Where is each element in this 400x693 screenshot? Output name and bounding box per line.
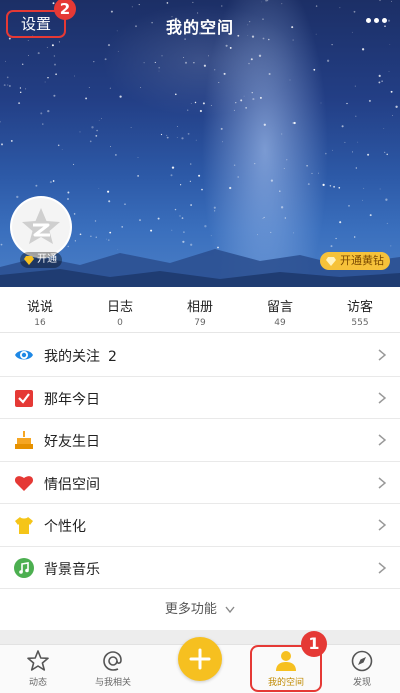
add-post-button[interactable]	[178, 637, 222, 681]
menu-item-friend-birthdays[interactable]: 好友生日	[0, 419, 400, 462]
more-functions-button[interactable]: 更多功能	[0, 592, 400, 630]
menu-item-couple-space[interactable]: 情侣空间	[0, 462, 400, 504]
menu-item-label: 那年今日	[44, 391, 100, 408]
eye-icon	[15, 350, 33, 360]
settings-label: 设置	[20, 15, 51, 33]
stat-value: 79	[194, 318, 206, 328]
tab-label: 动态	[28, 678, 47, 688]
tab-discover[interactable]: 发现	[327, 649, 397, 693]
menu-item-my-follows[interactable]: 我的关注 2	[0, 334, 400, 377]
plus-icon	[189, 648, 211, 670]
bottom-tab-bar: 动态 与我相关 我的空间 发现	[0, 637, 400, 693]
chevron-right-icon	[378, 349, 386, 361]
stat-value: 49	[274, 318, 286, 328]
open-membership-label: 开通	[37, 254, 57, 265]
menu-item-label: 个性化	[44, 519, 86, 535]
tab-label: 与我相关	[94, 678, 131, 688]
chevron-down-icon	[225, 606, 235, 613]
more-functions-label: 更多功能	[164, 602, 217, 617]
cake-icon	[15, 431, 33, 449]
stat-shuoshuo[interactable]: 说说 16	[0, 287, 80, 332]
menu-item-on-this-day[interactable]: 那年今日	[0, 377, 400, 419]
qzone-star-logo	[12, 198, 70, 256]
diamond-icon	[24, 256, 34, 265]
stat-label: 日志	[106, 300, 133, 315]
avatar[interactable]	[10, 196, 72, 258]
tshirt-icon	[15, 517, 33, 534]
step-1-annotation-badge: 1	[301, 631, 327, 657]
compass-icon	[351, 650, 373, 672]
chevron-right-icon	[378, 476, 386, 489]
stat-blog[interactable]: 日志 0	[80, 287, 160, 332]
tab-mentions[interactable]: 与我相关	[78, 649, 148, 693]
chevron-right-icon	[378, 434, 386, 446]
calendar-check-icon	[15, 389, 33, 407]
stat-value: 16	[34, 318, 46, 328]
at-icon	[103, 651, 122, 671]
feature-menu: 我的关注 2 那年今日 好友生日 情侣空间 个性化 背景音乐	[0, 334, 400, 589]
music-icon	[14, 557, 34, 578]
stat-messages[interactable]: 留言 49	[240, 287, 320, 332]
chevron-right-icon	[378, 391, 386, 404]
stat-label: 说说	[26, 300, 53, 315]
tab-label: 发现	[352, 678, 371, 688]
chevron-right-icon	[378, 519, 386, 531]
open-yellow-diamond-label: 开通黄钻	[340, 254, 384, 267]
menu-item-label: 我的关注 2	[44, 349, 117, 365]
stat-label: 访客	[346, 300, 373, 315]
stat-visitors[interactable]: 访客 555	[320, 287, 400, 332]
more-dots-icon[interactable]	[366, 18, 388, 24]
stat-value: 555	[351, 318, 369, 328]
stat-label: 留言	[266, 300, 293, 315]
menu-item-label: 背景音乐	[44, 561, 100, 578]
heart-icon	[14, 475, 34, 491]
stat-value: 0	[117, 318, 123, 328]
diamond-icon	[326, 257, 336, 266]
stats-bar: 说说 16 日志 0 相册 79 留言 49 访客 555	[0, 287, 400, 333]
menu-item-label: 情侣空间	[44, 476, 100, 493]
tab-feed[interactable]: 动态	[3, 649, 73, 693]
menu-item-background-music[interactable]: 背景音乐	[0, 547, 400, 589]
menu-item-personalize[interactable]: 个性化	[0, 504, 400, 547]
stat-album[interactable]: 相册 79	[160, 287, 240, 332]
follow-count: 2	[108, 349, 117, 365]
stat-label: 相册	[186, 300, 213, 315]
star-icon	[27, 650, 49, 671]
open-membership-tag[interactable]: 开通	[20, 252, 62, 268]
open-yellow-diamond-button[interactable]: 开通黄钻	[320, 252, 390, 270]
chevron-right-icon	[378, 561, 386, 574]
menu-item-label: 好友生日	[44, 434, 100, 450]
